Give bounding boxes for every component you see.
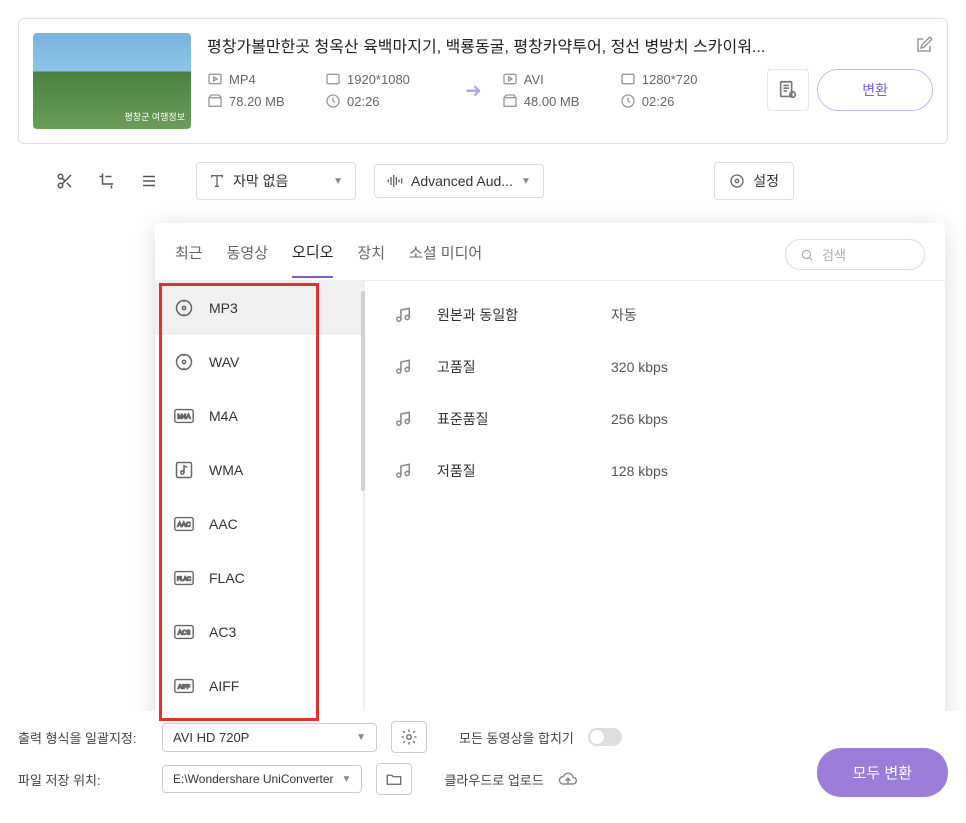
music-icon — [393, 461, 413, 481]
format-item-aac[interactable]: AAC AAC — [155, 497, 363, 551]
format-popup: 최근 동영상 오디오 장치 소셜 미디어 검색 MP3 WAV M4A M4A — [155, 223, 945, 733]
menu-icon[interactable] — [140, 172, 158, 190]
tab-audio[interactable]: 오디오 — [292, 241, 333, 278]
save-path-select[interactable]: E:\Wondershare UniConverter ▼ — [162, 765, 362, 793]
format-item-aiff[interactable]: AIFF AIFF — [155, 659, 363, 713]
file-aiff-icon: AIFF — [173, 675, 195, 697]
chevron-down-icon: ▼ — [342, 774, 352, 785]
output-format-select[interactable]: AVI HD 720P ▼ — [162, 723, 377, 752]
quality-item-original[interactable]: 원본과 동일함 자동 — [365, 289, 945, 341]
audio-dropdown[interactable]: Advanced Aud... ▼ — [374, 164, 544, 198]
format-item-ac3[interactable]: AC3 AC3 — [155, 605, 363, 659]
file-flac-icon: FLAC — [173, 567, 195, 589]
format-list: MP3 WAV M4A M4A WMA AAC AAC FLAC FLAC — [155, 281, 365, 733]
svg-text:AAC: AAC — [177, 522, 191, 529]
format-item-wma[interactable]: WMA — [155, 443, 363, 497]
music-icon — [393, 357, 413, 377]
file-card: 평창군 여행정보 평창가볼만한곳 청옥산 육백마지기, 백룡동굴, 평창카약투어… — [18, 18, 948, 144]
crop-icon[interactable] — [98, 172, 116, 190]
convert-all-button[interactable]: 모두 변환 — [817, 748, 948, 797]
cut-icon[interactable] — [56, 172, 74, 190]
source-format: MP4 — [207, 71, 317, 87]
svg-text:AIFF: AIFF — [178, 685, 191, 691]
disc-icon — [173, 351, 195, 373]
file-ac3-icon: AC3 — [173, 621, 195, 643]
source-size: 78.20 MB — [207, 93, 317, 109]
cloud-label: 클라우드로 업로드 — [444, 770, 543, 789]
quality-item-high[interactable]: 고품질 320 kbps — [365, 341, 945, 393]
open-folder-button[interactable] — [376, 763, 412, 795]
svg-text:FLAC: FLAC — [177, 577, 191, 583]
chevron-down-icon: ▼ — [333, 176, 343, 187]
preset-settings-button[interactable] — [767, 69, 809, 111]
bottom-bar: 출력 형식을 일괄지정: AVI HD 720P ▼ 모든 동영상을 합치기 파… — [0, 711, 966, 823]
thumbnail-caption: 평창군 여행정보 — [125, 110, 185, 123]
file-m4a-icon: M4A — [173, 405, 195, 427]
edit-icon[interactable] — [915, 36, 933, 54]
quality-list: 원본과 동일함 자동 고품질 320 kbps 표준품질 256 kbps 저품… — [365, 281, 945, 733]
quality-item-standard[interactable]: 표준품질 256 kbps — [365, 393, 945, 445]
tab-video[interactable]: 동영상 — [227, 242, 268, 277]
quality-item-low[interactable]: 저품질 128 kbps — [365, 445, 945, 497]
save-path-label: 파일 저장 위치: — [18, 770, 148, 789]
video-thumbnail[interactable]: 평창군 여행정보 — [33, 33, 191, 129]
format-item-m4a[interactable]: M4A M4A — [155, 389, 363, 443]
svg-text:M4A: M4A — [177, 414, 191, 421]
subtitle-dropdown[interactable]: 자막 없음 ▼ — [196, 162, 356, 200]
merge-toggle[interactable] — [588, 728, 622, 746]
convert-button[interactable]: 변환 — [817, 69, 933, 111]
settings-button[interactable]: 설정 — [714, 162, 794, 200]
music-icon — [393, 305, 413, 325]
source-duration: 02:26 — [325, 93, 445, 109]
scrollbar[interactable] — [361, 291, 365, 491]
arrow-icon: ➜ — [465, 78, 482, 103]
cloud-icon[interactable] — [558, 769, 578, 789]
target-resolution: 1280*720 — [620, 71, 740, 87]
merge-label: 모든 동영상을 합치기 — [459, 728, 574, 747]
output-settings-button[interactable] — [391, 721, 427, 753]
output-format-label: 출력 형식을 일괄지정: — [18, 728, 148, 747]
music-icon — [393, 409, 413, 429]
disc-icon — [173, 297, 195, 319]
chevron-down-icon: ▼ — [521, 176, 531, 187]
format-item-flac[interactable]: FLAC FLAC — [155, 551, 363, 605]
tab-social[interactable]: 소셜 미디어 — [409, 242, 482, 277]
target-format: AVI — [502, 71, 612, 87]
file-aac-icon: AAC — [173, 513, 195, 535]
target-size: 48.00 MB — [502, 93, 612, 109]
tab-device[interactable]: 장치 — [357, 242, 385, 277]
tab-recent[interactable]: 최근 — [175, 242, 203, 277]
search-input[interactable]: 검색 — [785, 239, 925, 270]
chevron-down-icon: ▼ — [356, 732, 366, 743]
format-item-mp3[interactable]: MP3 — [155, 281, 363, 335]
format-item-wav[interactable]: WAV — [155, 335, 363, 389]
source-resolution: 1920*1080 — [325, 71, 445, 87]
svg-text:AC3: AC3 — [178, 630, 191, 637]
note-icon — [173, 459, 195, 481]
target-duration: 02:26 — [620, 93, 740, 109]
file-title: 평창가볼만한곳 청옥산 육백마지기, 백룡동굴, 평창카약투어, 정선 병방치 … — [207, 33, 905, 57]
